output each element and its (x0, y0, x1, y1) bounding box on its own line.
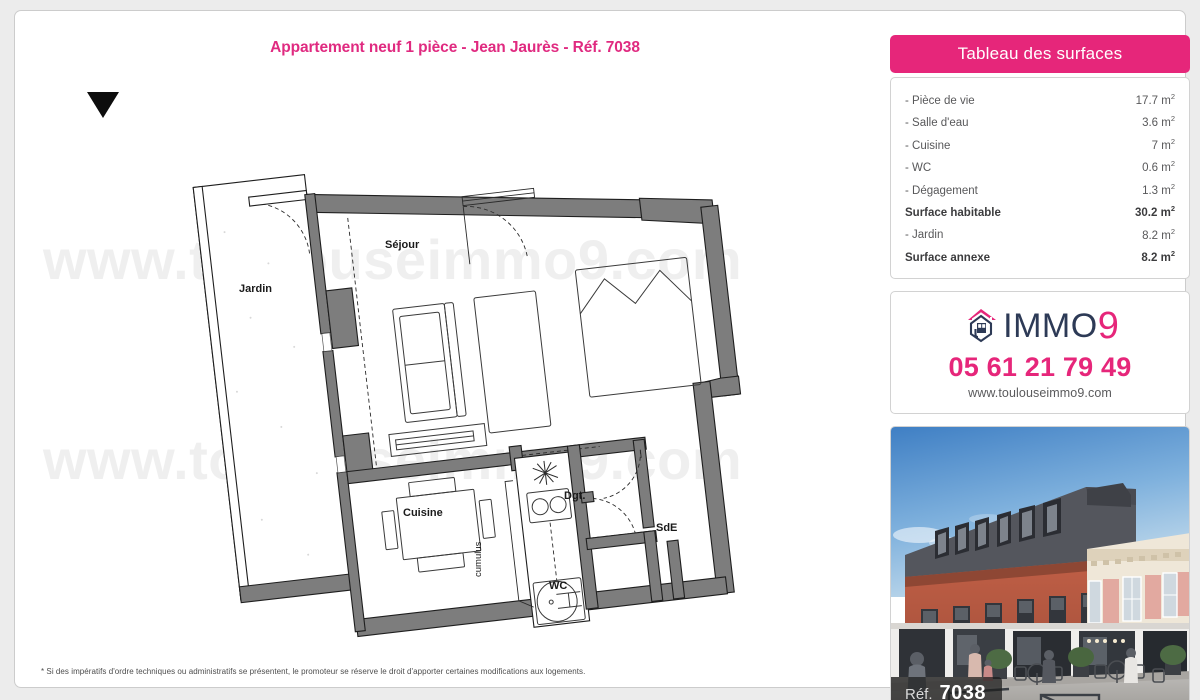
surfaces-title: Tableau des surfaces (957, 44, 1123, 63)
page-title: Appartement neuf 1 pièce - Jean Jaurès -… (270, 39, 640, 56)
table-row: - Salle d'eau 3.6 m2 (905, 110, 1175, 132)
unit-exponent: 2 (1170, 248, 1175, 258)
surface-value: 8.2 m (1142, 229, 1171, 242)
reference-badge: Réf. 7038 (891, 677, 1003, 700)
unit-exponent: 2 (1170, 159, 1175, 169)
unit-exponent: 2 (1170, 114, 1175, 124)
unit-exponent: 2 (1170, 136, 1175, 146)
unit-exponent: 2 (1170, 226, 1175, 236)
logo-text-immo: IMMO (1003, 307, 1098, 346)
building-photo: Réf. 7038 (890, 426, 1190, 700)
surfaces-table: - Pièce de vie 17.7 m2 - Salle d'eau 3.6… (890, 77, 1190, 280)
room-label-cuisine: Cuisine (403, 507, 443, 519)
logo-text-nine: 9 (1097, 305, 1119, 348)
building-render-image (891, 427, 1189, 700)
room-label-dgt: Dgt. (564, 490, 586, 502)
brand-logo[interactable]: IMMO 9 (901, 306, 1179, 346)
surface-name: Surface annexe (905, 251, 991, 264)
room-label-jardin: Jardin (239, 283, 273, 295)
table-row: - WC 0.6 m2 (905, 155, 1175, 177)
unit-exponent: 2 (1170, 204, 1175, 214)
table-row: - Dégagement 1.3 m2 (905, 178, 1175, 200)
table-row: - Cuisine 7 m2 (905, 133, 1175, 155)
surface-value: 0.6 m (1142, 162, 1171, 175)
unit-exponent: 2 (1170, 92, 1175, 101)
equipment-label-cumulus: cumulus (473, 541, 484, 577)
surface-value: 7 m (1151, 139, 1171, 152)
disclaimer-note: * Si des impératifs d'ordre techniques o… (41, 667, 586, 676)
table-row: - Pièce de vie 17.7 m2 (905, 88, 1175, 110)
sidebar: Tableau des surfaces - Pièce de vie 17.7… (890, 35, 1190, 700)
website-link[interactable]: www.toulouseimmo9.com (901, 386, 1179, 400)
surface-value: 8.2 m (1141, 251, 1171, 264)
surface-name: - Salle d'eau (905, 117, 969, 130)
north-arrow-icon (87, 92, 119, 118)
surface-name: Surface habitable (905, 206, 1001, 219)
surfaces-table-header: Tableau des surfaces (890, 35, 1190, 73)
surface-name: - WC (905, 162, 932, 175)
surface-value: 17.7 m (1135, 94, 1171, 107)
surface-value: 30.2 m (1135, 206, 1171, 219)
phone-number[interactable]: 05 61 21 79 49 (901, 352, 1179, 383)
reference-number: 7038 (939, 682, 987, 700)
floor-plan: www.toulouseimmo9.com www.toulouseimmo9.… (33, 67, 869, 663)
document-card: Appartement neuf 1 pièce - Jean Jaurès -… (14, 10, 1190, 700)
surface-value: 1.3 m (1142, 184, 1171, 197)
surface-name: - Jardin (905, 229, 944, 242)
room-label-wc: WC (549, 580, 568, 592)
room-label-sde: SdE (656, 522, 678, 534)
reference-label: Réf. (905, 686, 933, 700)
surface-name: - Pièce de vie (905, 94, 975, 107)
surface-name: - Dégagement (905, 184, 978, 197)
table-row: - Jardin 8.2 m2 (905, 223, 1175, 245)
surface-name: - Cuisine (905, 139, 951, 152)
page-root: Appartement neuf 1 pièce - Jean Jaurès -… (0, 0, 1200, 700)
table-row-total: Surface habitable 30.2 m2 (905, 200, 1175, 222)
surface-value: 3.6 m (1142, 117, 1171, 130)
unit-exponent: 2 (1170, 181, 1175, 191)
contact-panel: IMMO 9 05 61 21 79 49 www.toulouseimmo9.… (890, 291, 1190, 415)
floor-plan-drawing: .w { fill:#7d7d7d; stroke:#1e1e1e; strok… (192, 173, 742, 638)
room-label-sejour: Séjour (385, 239, 420, 251)
table-row-total: Surface annexe 8.2 m2 (905, 245, 1175, 267)
house-hexagon-icon (968, 309, 997, 343)
